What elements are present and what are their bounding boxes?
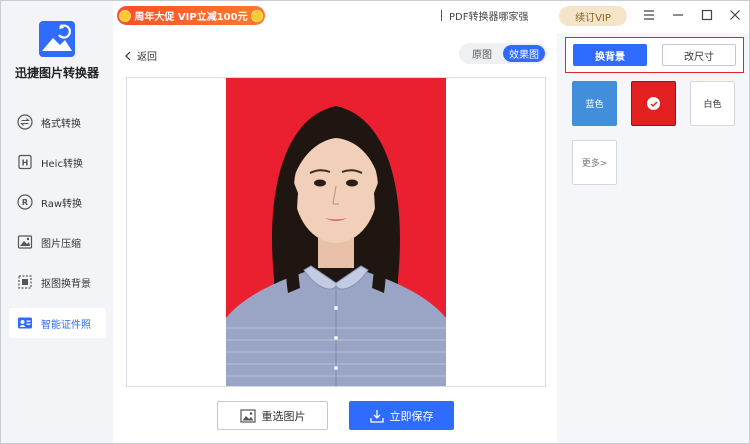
chevron-left-icon	[125, 51, 131, 60]
sidebar-item-raw[interactable]: R Raw转换	[9, 187, 106, 217]
check-icon	[647, 97, 660, 110]
app-logo-icon	[39, 21, 75, 57]
menu-icon[interactable]	[642, 8, 656, 22]
sidebar-item-id-photo[interactable]: 智能证件照	[9, 308, 106, 338]
sidebar-item-label: 图片压缩	[41, 238, 81, 250]
svg-text:H: H	[22, 159, 29, 168]
sidebar-item-label: 格式转换	[41, 118, 81, 130]
reselect-label: 重选图片	[261, 409, 306, 423]
app-name: 迅捷图片转换器	[14, 66, 99, 80]
back-label: 返回	[137, 52, 157, 63]
sidebar-item-heic[interactable]: H Heic转换	[9, 147, 106, 177]
format-convert-icon	[17, 114, 33, 130]
sidebar-item-label: Heic转换	[41, 158, 83, 170]
renew-vip-button[interactable]: 续订VIP	[559, 6, 627, 26]
swatch-white[interactable]: 白色	[690, 81, 735, 126]
sidebar-item-label: 智能证件照	[41, 319, 91, 331]
coin-icon	[250, 9, 263, 22]
svg-text:R: R	[22, 198, 28, 207]
sidebar-item-cutout[interactable]: 抠图换背景	[9, 267, 106, 297]
swatch-red[interactable]	[631, 81, 676, 126]
reselect-image-button[interactable]: 重选图片	[217, 401, 328, 430]
promo-text: 周年大促 VIP立减100元	[134, 12, 248, 23]
swatch-blue[interactable]: 蓝色	[572, 81, 617, 126]
sidebar-item-format-convert[interactable]: 格式转换	[9, 107, 106, 137]
sidebar-item-label: Raw转换	[41, 198, 83, 210]
back-button[interactable]: 返回	[125, 48, 157, 63]
sidebar-item-label: 抠图换背景	[41, 278, 91, 290]
view-toggle: 原图 效果图	[459, 43, 547, 64]
image-icon	[239, 408, 256, 423]
coin-icon	[119, 9, 132, 22]
tab-result[interactable]: 效果图	[503, 45, 545, 62]
sidebar-item-image-compress[interactable]: 图片压缩	[9, 227, 106, 257]
maximize-icon[interactable]	[700, 8, 714, 22]
promo-banner[interactable]: 周年大促 VIP立减100元	[117, 6, 265, 25]
save-now-button[interactable]: 立即保存	[349, 401, 454, 430]
minimize-icon[interactable]	[671, 8, 685, 22]
tab-change-size[interactable]: 改尺寸	[662, 44, 736, 66]
id-photo-preview	[226, 78, 446, 386]
save-download-icon	[369, 409, 384, 423]
edit-mode-tabs: 换背景 改尺寸	[565, 37, 744, 73]
cutout-icon	[17, 274, 33, 290]
preview-area	[126, 77, 546, 387]
image-compress-icon	[17, 234, 33, 250]
more-colors-button[interactable]: 更多>	[572, 140, 617, 185]
app-window: 迅捷图片转换器 格式转换 H Heic转换 R Raw转换 图片压缩 抠图换背景…	[0, 0, 750, 444]
sidebar: 迅捷图片转换器 格式转换 H Heic转换 R Raw转换 图片压缩 抠图换背景…	[1, 1, 113, 443]
pdf-converter-link[interactable]: PDF转换器哪家强	[441, 8, 528, 23]
tab-change-background[interactable]: 换背景	[573, 44, 647, 66]
raw-icon: R	[17, 194, 33, 210]
tab-original[interactable]: 原图	[461, 45, 503, 62]
id-photo-icon	[17, 315, 33, 331]
close-icon[interactable]	[728, 8, 742, 22]
save-label: 立即保存	[389, 409, 434, 423]
divider	[441, 10, 442, 21]
heic-icon: H	[17, 154, 33, 170]
portrait-image	[226, 106, 446, 386]
pdf-link-text: PDF转换器哪家强	[449, 12, 529, 23]
